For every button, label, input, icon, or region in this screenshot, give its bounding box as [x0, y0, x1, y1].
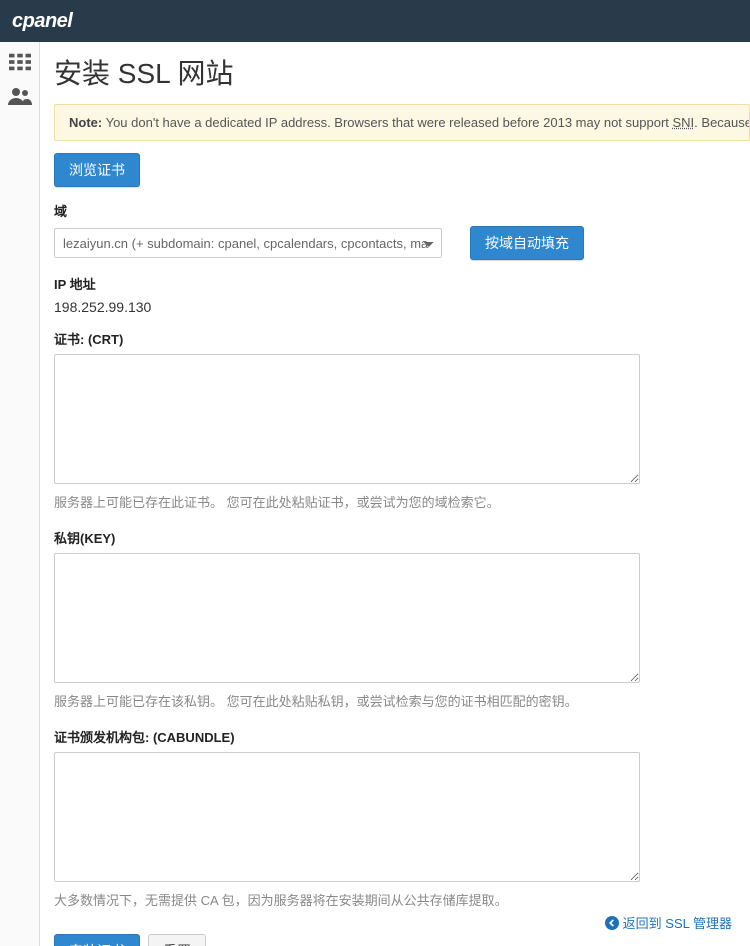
- ip-label: IP 地址: [54, 274, 750, 293]
- crt-help: 服务器上可能已存在此证书。 您可在此处粘贴证书，或尝试为您的域检索它。: [54, 493, 750, 514]
- key-help: 服务器上可能已存在该私钥。 您可在此处粘贴私钥，或尝试检索与您的证书相匹配的密钥…: [54, 692, 750, 713]
- note-label: Note:: [69, 115, 102, 130]
- cabundle-textarea[interactable]: [54, 752, 640, 882]
- key-label: 私钥(KEY): [54, 528, 750, 547]
- autofill-by-domain-button[interactable]: 按域自动填充: [470, 226, 584, 260]
- browse-cert-button[interactable]: 浏览证书: [54, 153, 140, 187]
- domain-select[interactable]: lezaiyun.cn (+ subdomain: cpanel, cpcale…: [54, 228, 442, 258]
- apps-grid-icon[interactable]: [8, 52, 32, 72]
- domain-label: 域: [54, 201, 750, 220]
- note-banner: Note: You don't have a dedicated IP addr…: [54, 104, 750, 141]
- reset-button[interactable]: 重置: [148, 934, 206, 946]
- note-text: You don't have a dedicated IP address. B…: [102, 115, 672, 130]
- cabundle-label: 证书颁发机构包: (CABUNDLE): [54, 727, 750, 746]
- top-bar: cPanel: [0, 0, 750, 42]
- icon-sidebar: [0, 42, 40, 946]
- ip-value: 198.252.99.130: [54, 299, 750, 315]
- users-icon[interactable]: [8, 86, 32, 106]
- sni-term: SNI: [673, 115, 695, 130]
- main-content: 安装 SSL 网站 Note: You don't have a dedicat…: [40, 42, 750, 946]
- back-to-ssl-manager-link[interactable]: 返回到 SSL 管理器: [605, 913, 732, 932]
- crt-label: 证书: (CRT): [54, 329, 750, 348]
- crt-textarea[interactable]: [54, 354, 640, 484]
- circle-arrow-left-icon: [605, 916, 619, 930]
- back-link-text: 返回到 SSL 管理器: [623, 913, 732, 932]
- cpanel-logo: cPanel: [12, 10, 72, 33]
- key-textarea[interactable]: [54, 553, 640, 683]
- page-title: 安装 SSL 网站: [54, 52, 750, 92]
- install-cert-button[interactable]: 安装证书: [54, 934, 140, 946]
- cabundle-help: 大多数情况下，无需提供 CA 包，因为服务器将在安装期间从公共存储库提取。: [54, 891, 750, 912]
- note-tail: . Because of this,: [694, 115, 750, 130]
